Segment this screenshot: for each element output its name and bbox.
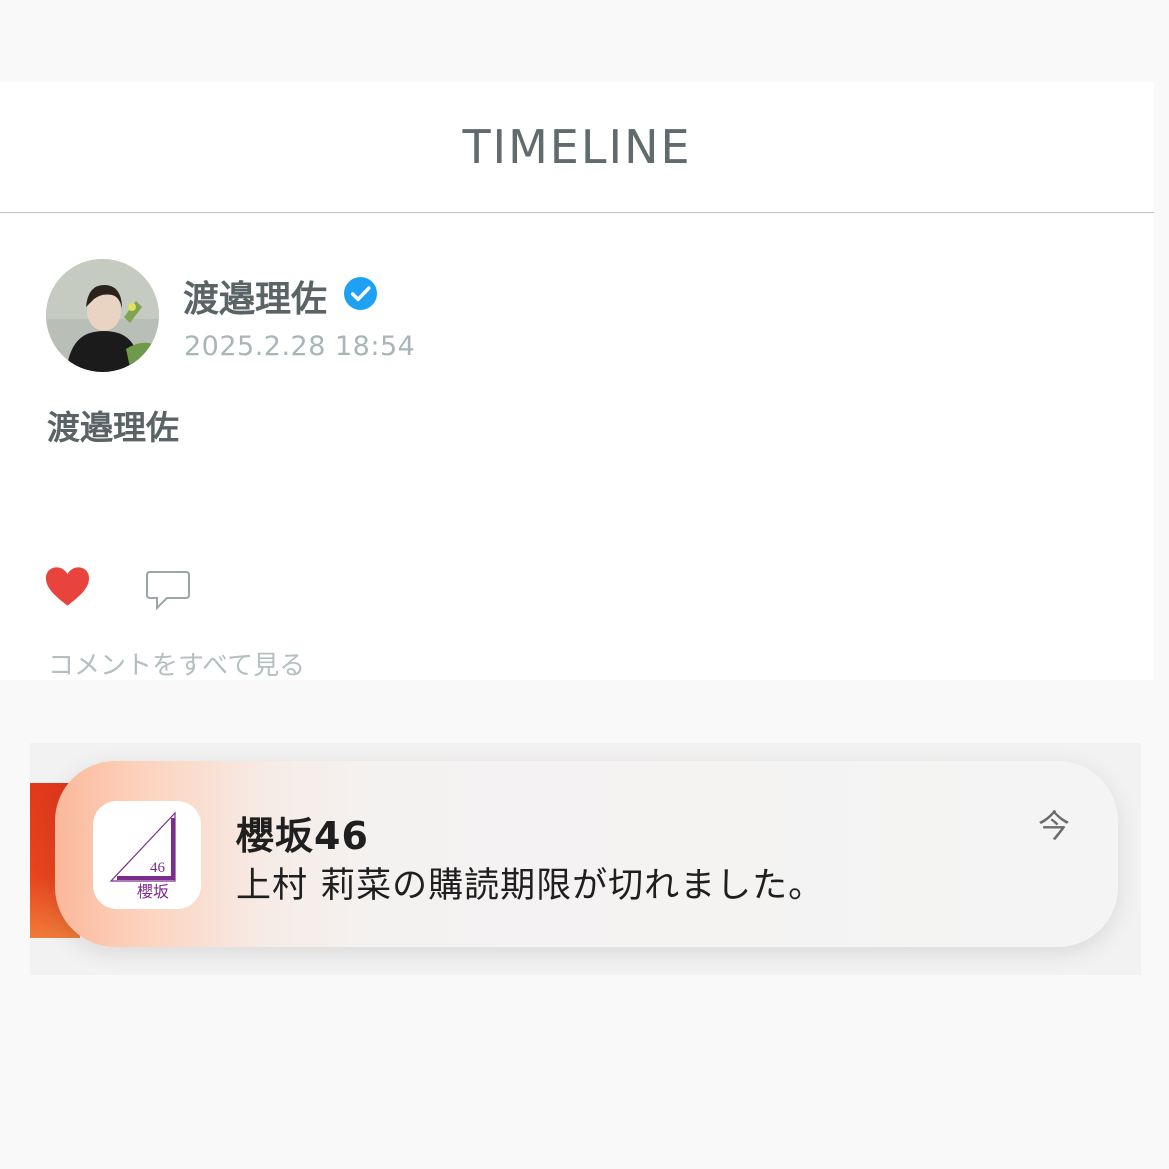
notification-message: 上村 莉菜の購読期限が切れました。 [236,866,825,906]
comment-bubble-icon[interactable] [145,570,191,612]
app-icon: 46 櫻坂 [93,801,201,909]
notification-time: 今 [1037,807,1070,845]
heart-icon[interactable] [45,566,90,608]
avatar[interactable] [46,259,159,372]
app-icon-number: 46 [150,860,166,876]
verified-check-icon [343,276,378,311]
author-name[interactable]: 渡邉理佐 [183,270,327,322]
push-notification[interactable]: 46 櫻坂 櫻坂46 上村 莉菜の購読期限が切れました。 今 [55,761,1118,947]
post-timestamp: 2025.2.28 18:54 [184,331,416,362]
app-icon-kanji: 櫻坂 [137,882,169,901]
page-title: TIMELINE [462,120,692,174]
timeline-header: TIMELINE [0,82,1154,213]
view-all-comments-link[interactable]: コメントをすべて見る [48,645,305,682]
timeline-post: 渡邉理佐 2025.2.28 18:54 渡邉理佐 コメントをすべて見る [0,214,1154,682]
page: TIMELINE 渡邉理佐 2025.2.28 18:54 渡邉理佐 コメントを… [0,0,1169,1169]
notification-app-name: 櫻坂46 [236,814,369,858]
post-body-text: 渡邉理佐 [47,408,179,447]
